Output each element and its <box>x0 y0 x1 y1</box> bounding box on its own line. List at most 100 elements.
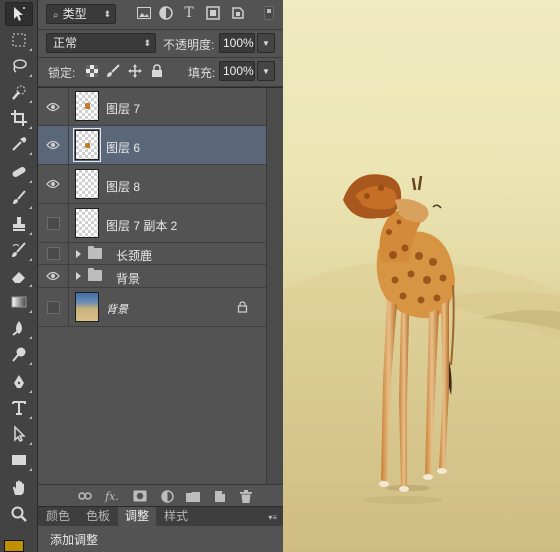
adjustment-layer-icon[interactable] <box>159 488 175 504</box>
opacity-field[interactable]: 100% <box>219 33 255 53</box>
dodge-tool-icon[interactable] <box>5 342 33 366</box>
eye-icon <box>46 271 60 281</box>
rectangle-tool-icon[interactable] <box>5 448 33 472</box>
document-canvas[interactable] <box>283 0 560 552</box>
tab-styles[interactable]: 样式 <box>156 507 196 527</box>
fill-label: 填充: <box>188 66 216 80</box>
fx-icon[interactable]: fx. <box>104 488 120 504</box>
panel-menu-icon[interactable]: ▾≡ <box>268 513 277 522</box>
filter-kind-select[interactable]: ⌕ 类型 ⬍ <box>46 4 116 24</box>
fill-dropdown-icon[interactable]: ▼ <box>257 61 275 81</box>
visibility-toggle[interactable] <box>38 243 69 264</box>
lock-transparent-pixels-icon[interactable] <box>84 63 100 79</box>
adjustments-panel: 添加调整 <box>38 526 283 552</box>
visibility-toggle[interactable] <box>38 204 69 242</box>
hidden-eye-box <box>46 216 60 230</box>
stepper-arrows-icon: ⬍ <box>143 38 151 48</box>
type-tool-icon[interactable] <box>5 396 33 420</box>
lock-icon <box>237 301 248 313</box>
layer-filter-bar: ⌕ 类型 ⬍ T <box>38 0 283 30</box>
folder-icon <box>88 268 102 281</box>
path-selection-tool-icon[interactable] <box>5 422 33 446</box>
adjustment-filter-icon[interactable] <box>158 5 174 21</box>
filter-toggle-switch[interactable] <box>264 6 274 20</box>
link-layers-icon[interactable] <box>77 488 93 504</box>
lock-position-icon[interactable] <box>127 63 143 79</box>
hand-tool-icon[interactable] <box>5 476 33 500</box>
layer-row[interactable]: 背景 <box>38 288 266 327</box>
tab-color[interactable]: 颜色 <box>38 507 78 527</box>
eyedropper-tool-icon[interactable] <box>5 132 33 156</box>
brush-tool-icon[interactable] <box>5 186 33 210</box>
layers-panel: ⌕ 类型 ⬍ T 正常 ⬍ 不透明度: 100% ▼ 锁定: 填充: 100% … <box>38 0 283 552</box>
layers-scrollbar[interactable] <box>266 88 283 485</box>
type-filter-icon[interactable]: T <box>181 5 197 21</box>
panel-tabs: 颜色 色板 调整 样式 ▾≡ <box>38 506 283 527</box>
desert-giraffe-image <box>283 174 560 552</box>
layer-group-row[interactable]: 背景 <box>38 265 266 288</box>
smart-object-filter-icon[interactable] <box>230 5 246 21</box>
layer-name: 图层 6 <box>106 141 141 155</box>
folder-icon <box>88 246 102 259</box>
stepper-arrows-icon: ⬍ <box>103 9 111 19</box>
marquee-tool-icon[interactable] <box>5 28 33 52</box>
layer-row[interactable]: 图层 6 <box>38 126 266 165</box>
quick-selection-tool-icon[interactable] <box>5 80 33 104</box>
tab-swatches[interactable]: 色板 <box>78 507 118 527</box>
blend-mode-bar: 正常 ⬍ 不透明度: 100% ▼ <box>38 30 283 58</box>
history-brush-tool-icon[interactable] <box>5 238 33 262</box>
opacity-label: 不透明度: <box>163 38 215 52</box>
opacity-dropdown-icon[interactable]: ▼ <box>257 33 275 53</box>
lock-image-pixels-icon[interactable] <box>105 63 121 79</box>
healing-brush-tool-icon[interactable] <box>5 160 33 184</box>
eye-icon <box>46 102 60 111</box>
visibility-toggle[interactable] <box>38 288 69 326</box>
delete-layer-icon[interactable] <box>238 488 254 504</box>
layer-name: 图层 7 <box>106 102 141 116</box>
gradient-tool-icon[interactable] <box>5 290 33 314</box>
mask-icon[interactable] <box>132 488 148 504</box>
lock-all-icon[interactable] <box>149 63 165 79</box>
layer-thumbnail <box>73 128 101 162</box>
layer-row[interactable]: 图层 8 <box>38 165 266 204</box>
blend-mode-select[interactable]: 正常 ⬍ <box>46 33 156 53</box>
search-icon: ⌕ <box>53 10 59 21</box>
new-layer-icon[interactable] <box>212 488 228 504</box>
layer-thumbnail <box>75 169 99 199</box>
move-tool-icon[interactable] <box>5 2 33 26</box>
eye-icon <box>46 179 60 189</box>
shape-filter-icon[interactable] <box>205 5 221 21</box>
visibility-toggle[interactable] <box>38 265 69 287</box>
tools-panel <box>0 0 38 552</box>
group-folder-icon[interactable] <box>185 488 201 504</box>
image-filter-icon[interactable] <box>136 5 152 21</box>
expand-arrow-icon[interactable] <box>76 250 81 258</box>
layer-row[interactable]: 图层 7 副本 2 <box>38 204 266 243</box>
lasso-tool-icon[interactable] <box>5 54 33 78</box>
clone-stamp-tool-icon[interactable] <box>5 212 33 236</box>
pen-tool-icon[interactable] <box>5 370 33 394</box>
layer-list: 图层 7 图层 6 图层 8 图层 7 副本 2 长颈鹿 背景 背景 <box>38 87 283 485</box>
visibility-toggle[interactable] <box>38 165 69 203</box>
visibility-toggle[interactable] <box>38 126 69 164</box>
add-adjustment-title: 添加调整 <box>50 533 99 547</box>
layer-group-row[interactable]: 长颈鹿 <box>38 243 266 265</box>
foreground-color-swatch[interactable] <box>4 540 24 552</box>
group-name: 长颈鹿 <box>116 249 153 263</box>
crop-tool-icon[interactable] <box>5 106 33 130</box>
layer-row[interactable]: 图层 7 <box>38 88 266 126</box>
group-name: 背景 <box>116 272 141 286</box>
fill-field[interactable]: 100% <box>219 61 255 81</box>
layer-thumbnail <box>75 208 99 238</box>
hidden-eye-box <box>46 247 60 260</box>
layer-thumbnail <box>75 292 99 322</box>
layer-name: 背景 <box>106 303 128 316</box>
zoom-tool-icon[interactable] <box>5 502 33 526</box>
expand-arrow-icon[interactable] <box>76 272 81 280</box>
blur-tool-icon[interactable] <box>5 316 33 340</box>
tab-adjustments[interactable]: 调整 <box>118 507 156 527</box>
eraser-tool-icon[interactable] <box>5 264 33 288</box>
visibility-toggle[interactable] <box>38 88 69 125</box>
lock-label: 锁定: <box>48 66 76 80</box>
hidden-eye-box <box>46 300 60 314</box>
